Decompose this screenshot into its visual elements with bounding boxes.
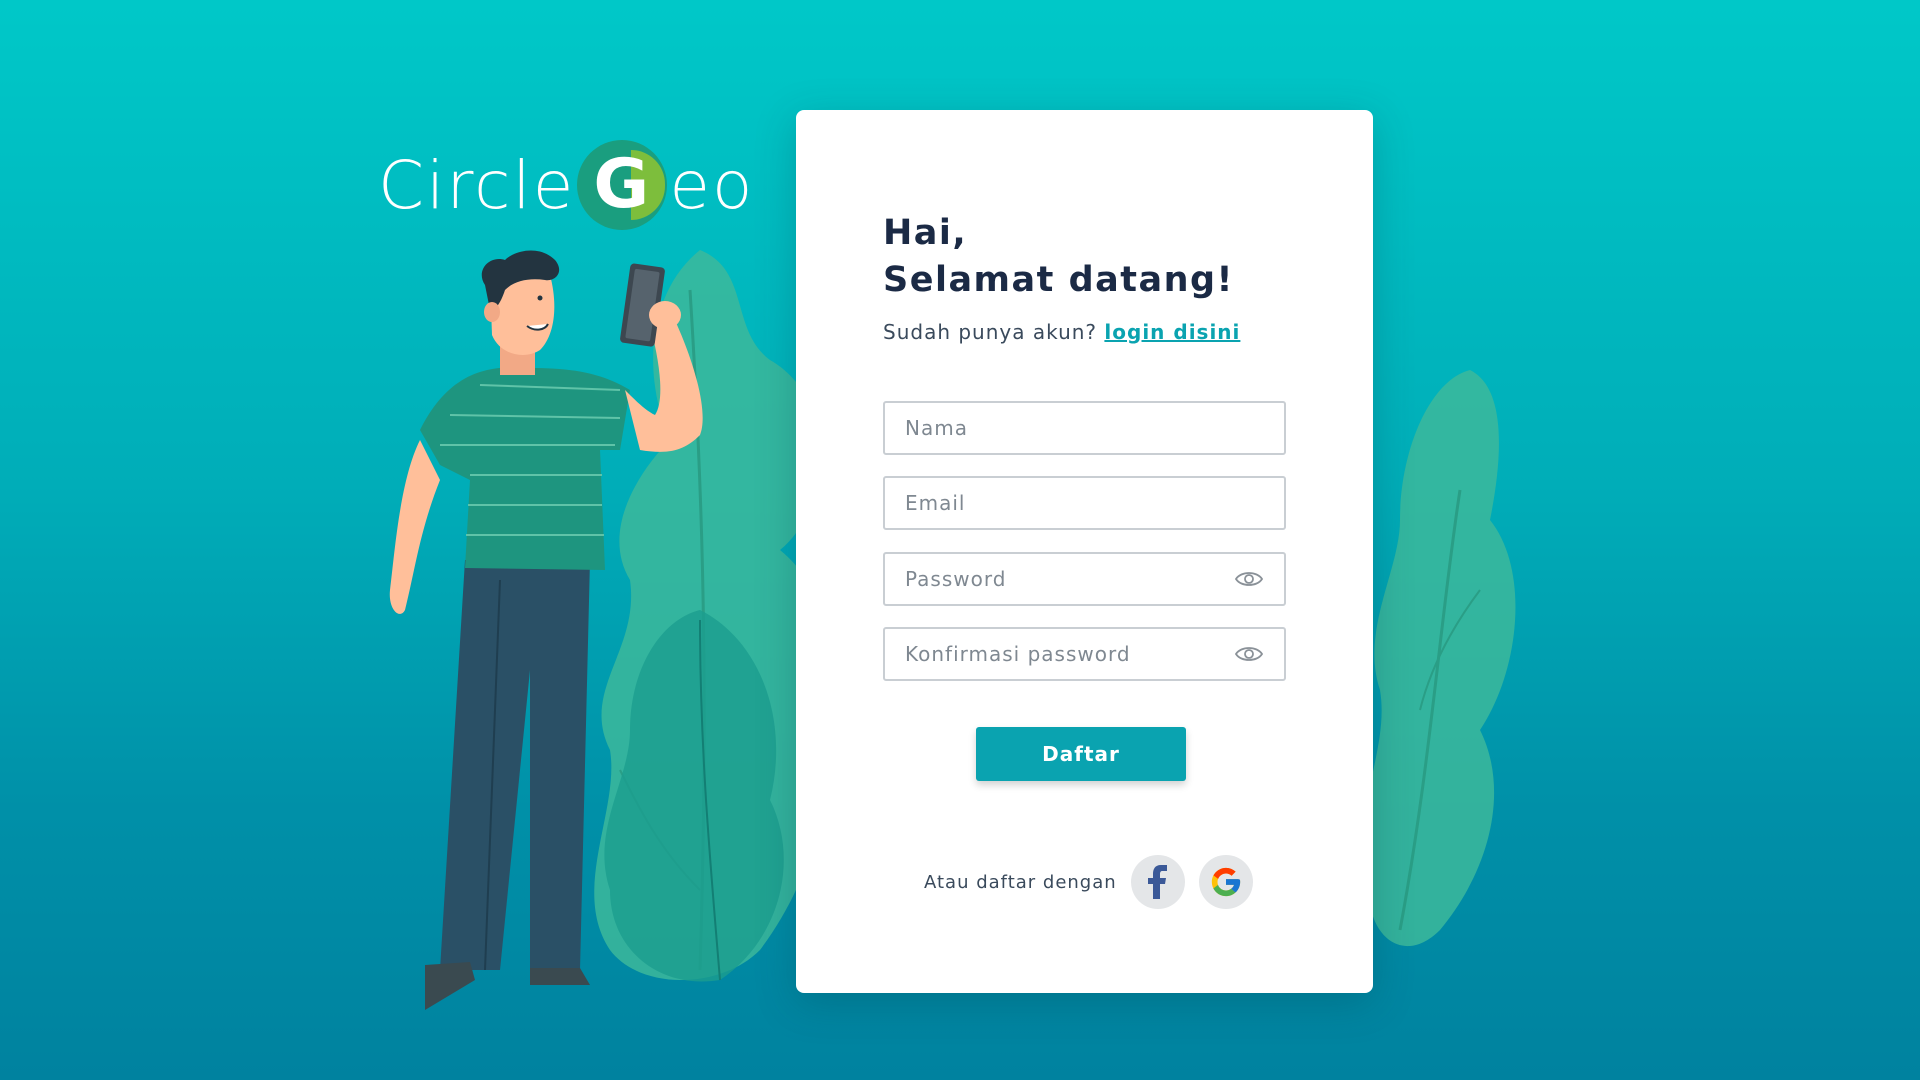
show-password-eye-icon[interactable]	[1234, 569, 1264, 589]
register-button[interactable]: Daftar	[976, 727, 1186, 781]
email-field[interactable]	[883, 476, 1286, 530]
email-input[interactable]	[905, 491, 1264, 515]
login-link[interactable]: login disini	[1104, 320, 1240, 344]
name-input[interactable]	[905, 416, 1264, 440]
facebook-signup-button[interactable]	[1130, 855, 1185, 909]
logo-letter: G	[593, 145, 652, 224]
logo-g-icon: G	[577, 140, 668, 230]
greeting-line-2: Selamat datang!	[883, 260, 1235, 300]
confirm-password-field[interactable]	[883, 627, 1286, 681]
social-signup-label: Atau daftar dengan	[924, 871, 1117, 893]
password-field[interactable]	[883, 552, 1286, 606]
logo-text-eo: eo	[669, 146, 755, 224]
registration-card: Hai, Selamat datang! Sudah punya akun? l…	[796, 110, 1373, 993]
logo-text-circle: Circle	[378, 146, 576, 224]
facebook-icon	[1147, 865, 1167, 899]
login-prompt: Sudah punya akun? login disini	[883, 320, 1240, 344]
password-input[interactable]	[905, 567, 1234, 591]
background-leaf-right	[1364, 370, 1516, 947]
greeting-line-1: Hai,	[883, 213, 968, 253]
brand-logo: Circle G eo	[378, 140, 754, 230]
man-with-phone-illustration	[389, 250, 703, 1010]
confirm-password-input[interactable]	[905, 642, 1234, 666]
show-confirm-password-eye-icon[interactable]	[1234, 644, 1264, 664]
name-field[interactable]	[883, 401, 1286, 455]
google-icon	[1211, 867, 1240, 897]
login-prompt-text: Sudah punya akun?	[883, 320, 1098, 344]
google-signup-button[interactable]	[1198, 855, 1253, 909]
greeting-heading: Hai, Selamat datang!	[883, 210, 1234, 304]
social-signup: Atau daftar dengan	[924, 855, 1267, 909]
